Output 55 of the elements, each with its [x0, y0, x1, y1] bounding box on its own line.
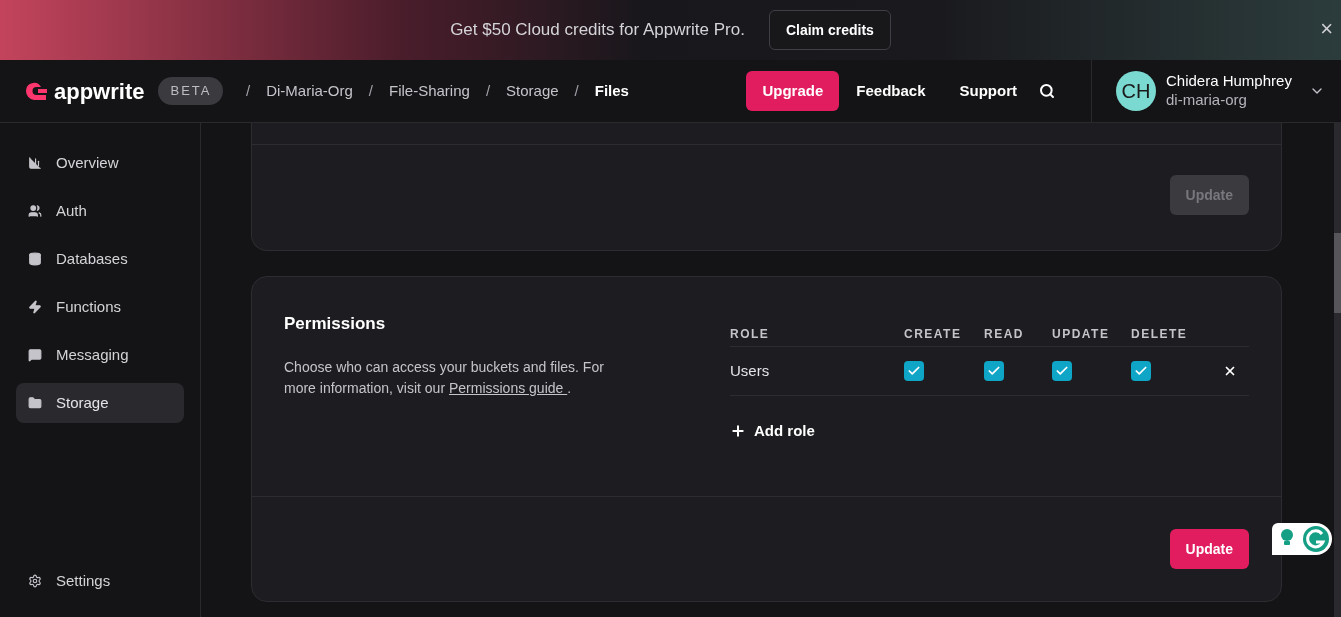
header-link[interactable]: Support	[959, 79, 1017, 103]
remove-icon[interactable]	[1223, 364, 1237, 378]
sidebar-item[interactable]: Overview	[16, 143, 184, 183]
permissions-guide-link[interactable]: Permissions guide	[448, 379, 568, 396]
header-link[interactable]: Feedback	[856, 79, 926, 103]
permission-checkbox[interactable]	[1131, 361, 1151, 381]
sidebar-item[interactable]: Auth	[16, 191, 184, 231]
column-header: ROLE	[730, 325, 771, 343]
check-icon	[907, 364, 921, 378]
banner-text: Get $50 Cloud credits for Appwrite Pro.	[450, 19, 745, 42]
org-name: di-maria-org	[1166, 91, 1248, 110]
check-icon	[1134, 364, 1148, 378]
upgrade-button[interactable]: Upgrade	[746, 71, 840, 111]
breadcrumb-separator: /	[574, 80, 579, 101]
permission-checkbox[interactable]	[1052, 361, 1072, 381]
settings-item[interactable]: Settings	[16, 561, 184, 601]
check-icon	[987, 364, 1001, 378]
permission-checkbox[interactable]	[984, 361, 1004, 381]
breadcrumb-link[interactable]: Files	[594, 79, 629, 103]
breadcrumb-separator: /	[368, 80, 373, 101]
column-header: READ	[984, 325, 1025, 343]
search-icon[interactable]	[1039, 83, 1055, 99]
check-icon	[1055, 364, 1069, 378]
lightning-icon	[28, 300, 42, 314]
close-button[interactable]: ×	[1320, 18, 1333, 40]
chat-bubble-icon	[28, 348, 42, 362]
sidebar-item[interactable]: Functions	[16, 287, 184, 327]
column-header: DELETE	[1131, 325, 1189, 343]
beta-badge: BETA	[158, 77, 224, 105]
breadcrumb-link[interactable]: Di-Maria-Org	[266, 79, 353, 103]
claim-credits-button[interactable]: Claim credits	[768, 10, 891, 50]
users-icon	[28, 204, 42, 218]
column-header: CREATE	[904, 325, 963, 343]
breadcrumb-link[interactable]: File-Sharing	[389, 79, 470, 103]
add-role-label: Add role	[754, 421, 815, 441]
logo-icon	[24, 81, 48, 101]
breadcrumb-link[interactable]: Storage	[506, 79, 559, 103]
add-role-button[interactable]: Add role	[730, 420, 815, 443]
sidebar-item[interactable]: Storage	[16, 383, 184, 423]
update-button[interactable]: Update	[1169, 529, 1249, 569]
settings-icon	[28, 574, 42, 588]
breadcrumb-separator: /	[485, 80, 491, 101]
role-name: Users	[730, 360, 771, 381]
section-title: Permissions	[284, 313, 387, 335]
user-avatar[interactable]: CH	[1116, 71, 1156, 111]
logo-text: appwrite	[54, 77, 145, 106]
permission-checkbox[interactable]	[904, 361, 924, 381]
breadcrumb-separator: /	[246, 80, 251, 101]
assistant-widget-icon[interactable]	[1270, 521, 1334, 557]
folder-icon	[28, 396, 42, 410]
section-description: Choose who can access your buckets and files. For more information, visit our Permissions guide .	[284, 357, 605, 398]
user-name: Chidera Humphrey	[1166, 72, 1292, 91]
column-header: UPDATE	[1052, 325, 1111, 343]
sidebar-item[interactable]: Messaging	[16, 335, 184, 375]
sidebar-item[interactable]: Databases	[16, 239, 184, 279]
